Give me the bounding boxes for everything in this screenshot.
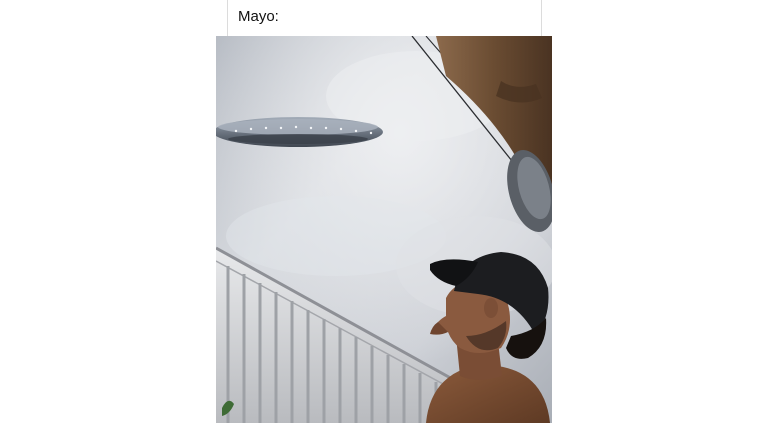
post-caption: Mayo: bbox=[238, 8, 279, 25]
caption-bar: Mayo: bbox=[227, 0, 542, 36]
meme-post: Mayo: bbox=[0, 0, 770, 423]
photo-illustration bbox=[216, 36, 552, 423]
meme-photo bbox=[216, 36, 552, 423]
ufo-saucer bbox=[216, 117, 383, 147]
